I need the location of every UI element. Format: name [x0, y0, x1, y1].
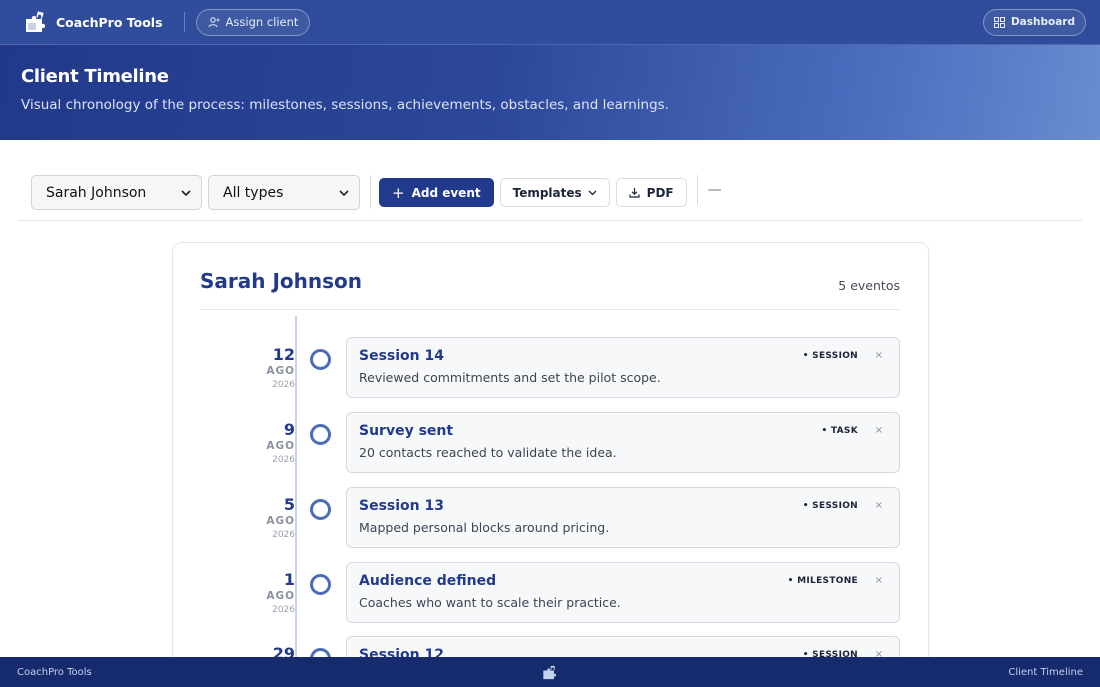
- event-year: 2026: [272, 455, 295, 465]
- timeline-dot: [310, 424, 331, 445]
- event-day: 9: [283, 420, 295, 439]
- event-year: 2026: [272, 380, 295, 390]
- grid-icon: [993, 16, 1005, 28]
- event-count: 5 eventos: [838, 278, 900, 293]
- assign-client-label: Assign client: [225, 15, 299, 29]
- pdf-label: PDF: [646, 185, 674, 200]
- event-month: AGO: [266, 515, 295, 527]
- brand-name: CoachPro Tools: [56, 14, 163, 30]
- event-day: 12: [272, 345, 295, 364]
- event-year: 2026: [272, 530, 295, 540]
- plus-icon: +: [392, 183, 405, 202]
- event-date: 5 AGO 2026: [215, 496, 295, 540]
- event-type-badge: • TASK: [821, 426, 858, 436]
- event-date: 1 AGO 2026: [215, 571, 295, 615]
- chevron-down-icon: [181, 189, 191, 196]
- add-user-icon: [208, 17, 220, 28]
- templates-button[interactable]: Templates: [499, 178, 610, 207]
- chevron-down-icon: [588, 190, 597, 195]
- event-card[interactable]: Session 13 Mapped personal blocks around…: [346, 487, 900, 548]
- event-card[interactable]: Survey sent 20 contacts reached to valid…: [346, 412, 900, 473]
- collapse-button[interactable]: —: [708, 182, 722, 198]
- event-type-badge: • SESSION: [802, 501, 858, 511]
- client-select-value: Sarah Johnson: [46, 184, 147, 201]
- assign-client-button[interactable]: Assign client: [195, 8, 311, 36]
- event-description: Coaches who want to scale their practice…: [359, 595, 621, 610]
- event-month: AGO: [266, 590, 295, 602]
- page-subtitle: Visual chronology of the process: milest…: [21, 97, 669, 113]
- page-title: Client Timeline: [21, 66, 169, 87]
- dashboard-button[interactable]: Dashboard: [982, 8, 1086, 36]
- client-name-heading: Sarah Johnson: [200, 269, 363, 293]
- timeline-dot: [310, 574, 331, 595]
- brand[interactable]: CoachPro Tools: [24, 11, 163, 33]
- event-description: Reviewed commitments and set the pilot s…: [359, 370, 661, 385]
- event-day: 5: [283, 495, 295, 514]
- type-filter-value: All types: [223, 184, 284, 201]
- timeline-dot: [310, 349, 331, 370]
- event-card[interactable]: Session 14 Reviewed commitments and set …: [346, 337, 900, 398]
- add-event-label: Add event: [411, 185, 481, 200]
- close-icon[interactable]: ×: [875, 575, 883, 586]
- event-day: 1: [283, 570, 295, 589]
- toolbar-divider: [370, 175, 371, 209]
- templates-label: Templates: [512, 185, 582, 200]
- event-description: 20 contacts reached to validate the idea…: [359, 445, 617, 460]
- footer-brand: CoachPro Tools: [17, 666, 92, 678]
- event-year: 2026: [272, 605, 295, 615]
- timeline-axis: [295, 316, 297, 661]
- client-select[interactable]: Sarah Johnson: [31, 175, 202, 210]
- footer-page-name: Client Timeline: [1008, 666, 1083, 678]
- top-bar: CoachPro Tools Assign client Dashboard: [0, 0, 1100, 45]
- timeline-card-header: Sarah Johnson 5 eventos: [200, 269, 900, 310]
- close-icon[interactable]: ×: [875, 500, 883, 511]
- add-event-button[interactable]: + Add event: [379, 178, 494, 207]
- chevron-down-icon: [339, 189, 349, 196]
- event-title: Survey sent: [359, 423, 454, 439]
- toolbar-divider: [696, 175, 698, 205]
- close-icon[interactable]: ×: [875, 425, 883, 436]
- download-icon: [629, 188, 640, 198]
- close-icon[interactable]: ×: [875, 350, 883, 361]
- dashboard-label: Dashboard: [1010, 16, 1075, 28]
- event-month: AGO: [266, 440, 295, 452]
- event-type-badge: • SESSION: [802, 351, 858, 361]
- event-description: Mapped personal blocks around pricing.: [359, 520, 610, 535]
- divider: [183, 12, 185, 32]
- toolbar: Sarah Johnson All types + Add event Temp…: [18, 165, 1082, 221]
- event-card[interactable]: Audience defined Coaches who want to sca…: [346, 562, 900, 623]
- footer: CoachPro Tools Client Timeline: [0, 657, 1100, 687]
- event-month: AGO: [266, 365, 295, 377]
- event-type-badge: • MILESTONE: [787, 576, 858, 586]
- timeline-dot: [310, 499, 331, 520]
- pdf-export-button[interactable]: PDF: [615, 178, 687, 207]
- puzzle-logo-icon: [543, 665, 557, 679]
- event-date: 12 AGO 2026: [215, 346, 295, 390]
- puzzle-logo-icon: [26, 11, 46, 32]
- event-date: 9 AGO 2026: [215, 421, 295, 465]
- type-filter-select[interactable]: All types: [208, 175, 360, 210]
- hero-banner: Client Timeline Visual chronology of the…: [0, 45, 1100, 140]
